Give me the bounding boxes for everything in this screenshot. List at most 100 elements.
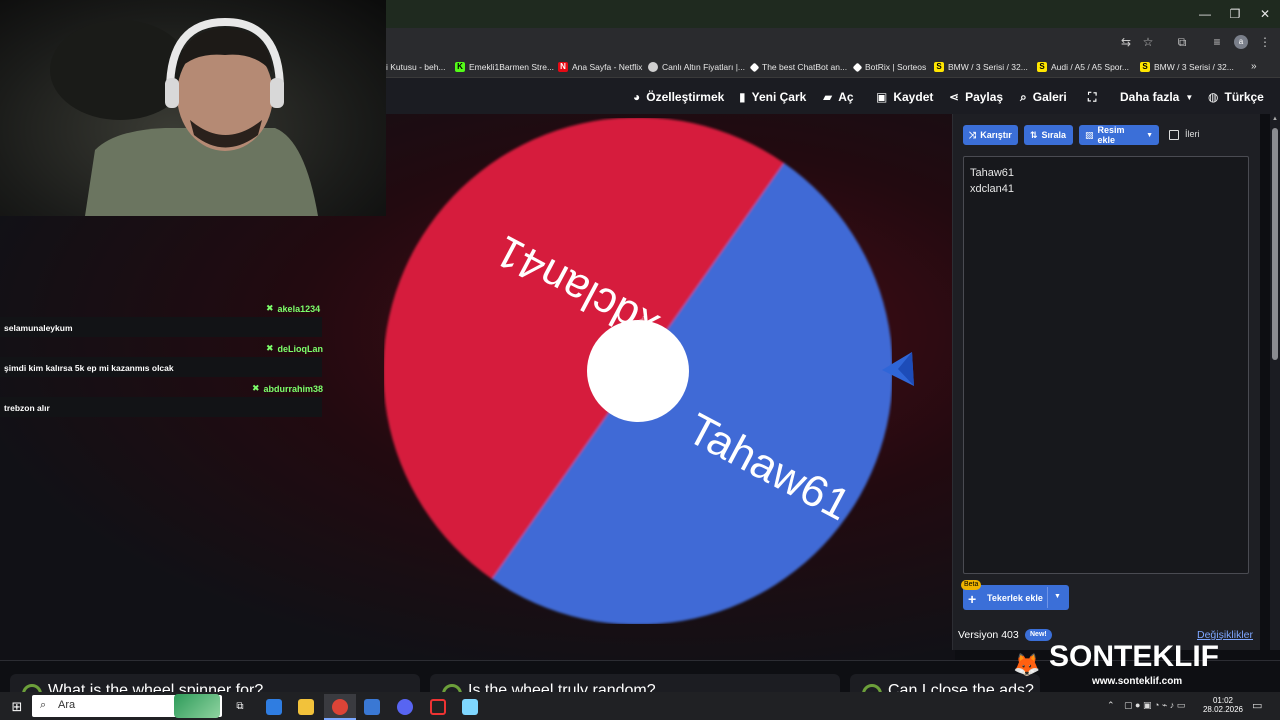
scrollbar-thumb[interactable] xyxy=(1272,128,1278,360)
spinning-wheel[interactable]: xdclan41 Tahaw61 xyxy=(384,118,892,624)
clock-date: 28.02.2026 xyxy=(1202,705,1244,714)
watermark-url: www.sonteklif.com xyxy=(1092,676,1183,687)
caret-down-icon: ▼ xyxy=(1146,131,1153,139)
share-button[interactable]: ⋖ Paylaş xyxy=(949,89,1003,105)
app-icon[interactable] xyxy=(364,699,380,715)
close-window-button[interactable]: ✕ xyxy=(1250,5,1280,23)
entry-line: xdclan41 xyxy=(970,183,1015,195)
button-divider xyxy=(1047,587,1048,608)
bookmark-item[interactable]: The best ChatBot an... xyxy=(749,60,847,74)
version-label: Versiyon 403 xyxy=(958,629,1019,641)
open-button[interactable]: ▰ Aç xyxy=(823,89,854,105)
chat-message: selamunaleykum xyxy=(0,317,322,337)
app-icon[interactable] xyxy=(266,699,282,715)
entries-textarea[interactable]: Tahaw61 xdclan41 xyxy=(963,156,1249,574)
gallery-button[interactable]: ⌕ Galeri xyxy=(1020,89,1067,105)
chatbot-icon xyxy=(749,62,760,72)
entry-line: Tahaw61 xyxy=(970,167,1015,179)
notifications-icon[interactable]: ▭ xyxy=(1252,699,1262,712)
watermark-brand: SONTEKLIF xyxy=(1049,640,1219,673)
netflix-icon: N xyxy=(558,62,568,72)
save-icon: ▣ xyxy=(876,90,888,104)
sort-button[interactable]: ⇅ Sırala xyxy=(1024,125,1073,145)
bookmark-item[interactable]: S Audi / A5 / A5 Spor... xyxy=(1037,60,1129,74)
sort-icon: ⇅ xyxy=(1030,129,1038,140)
file-icon: ▮ xyxy=(739,90,746,104)
add-wheel-label: Tekerlek ekle xyxy=(987,593,1043,603)
search-icon: ⌕ xyxy=(40,699,47,711)
clock-time: 01:02 xyxy=(1212,696,1234,705)
advanced-label: İleri xyxy=(1185,129,1200,139)
fox-logo-icon: 🦊 xyxy=(1013,652,1041,677)
add-image-button[interactable]: ▨ Resim ekle ▼ xyxy=(1079,125,1159,145)
tray-chevron-icon[interactable]: ⌃ xyxy=(1107,700,1115,711)
bookmark-item[interactable]: S BMW / 3 Serisi / 32... xyxy=(1140,60,1234,74)
search-highlight-image xyxy=(174,694,220,718)
save-button[interactable]: ▣ Kaydet xyxy=(876,89,933,105)
extensions-icon[interactable]: ⧉ xyxy=(1175,35,1189,49)
media-icon[interactable]: ≡ xyxy=(1210,35,1224,49)
bookmark-item[interactable]: Canlı Altın Fiyatları |... xyxy=(648,60,745,74)
tray-icons[interactable]: ▢ ● ▣ ◔ ⌁ ♪ ▭ xyxy=(1124,700,1185,711)
kick-icon: ✖ xyxy=(252,383,260,393)
task-view-icon[interactable]: ⧉ xyxy=(232,699,248,715)
taskbar-clock[interactable]: 01:02 28.02.2026 xyxy=(1200,696,1246,714)
new-badge: New! xyxy=(1025,629,1052,641)
chat-username: ✖ deLioqLan xyxy=(266,343,324,354)
restore-button[interactable]: ❐ xyxy=(1220,5,1250,23)
image-icon: ▨ xyxy=(1085,129,1094,140)
discord-icon[interactable] xyxy=(397,699,413,715)
share-icon: ⋖ xyxy=(949,90,960,104)
search-icon: ⌕ xyxy=(1020,89,1027,104)
page-scrollbar[interactable]: ▲ xyxy=(1270,114,1280,650)
customize-button[interactable]: ◕ Özelleştirmek xyxy=(633,89,724,105)
more-menu-button[interactable]: Daha fazla ▼ xyxy=(1120,89,1193,105)
palette-icon: ◕ xyxy=(633,90,641,104)
menu-kebab-icon[interactable]: ⋮ xyxy=(1258,35,1272,49)
obs-icon[interactable] xyxy=(430,699,446,715)
beta-badge: Beta xyxy=(961,580,982,590)
fullscreen-button[interactable]: ⛶ xyxy=(1088,89,1096,105)
kick-icon: ✖ xyxy=(266,343,274,353)
file-explorer-icon[interactable] xyxy=(298,699,314,715)
bookmark-item[interactable]: i Kutusu - beh... xyxy=(386,60,446,74)
kick-icon: K xyxy=(455,62,465,72)
bookmark-star-icon[interactable]: ☆ xyxy=(1141,35,1155,49)
advanced-checkbox[interactable] xyxy=(1169,130,1179,140)
kick-icon: ✖ xyxy=(266,303,274,313)
profile-avatar[interactable]: a xyxy=(1234,35,1248,49)
wheel-center-button[interactable] xyxy=(587,320,689,422)
globe-icon: ◍ xyxy=(1208,90,1219,104)
streamer-figure xyxy=(50,17,318,216)
add-wheel-dropdown-icon[interactable]: ▼ xyxy=(1054,593,1061,600)
fullscreen-icon: ⛶ xyxy=(1088,89,1097,104)
language-button[interactable]: ◍ Türkçe xyxy=(1208,89,1264,105)
translate-icon[interactable]: ⇆ xyxy=(1119,35,1133,49)
chat-message: şimdi kim kalırsa 5k ep mi kazanmıs olca… xyxy=(0,357,322,377)
botrix-icon xyxy=(852,62,863,72)
scroll-up-icon[interactable]: ▲ xyxy=(1272,116,1278,122)
shuffle-button[interactable]: ⤨ Karıştır xyxy=(963,125,1018,145)
bookmark-item[interactable]: N Ana Sayfa - Netflix xyxy=(558,60,642,74)
globe-icon xyxy=(648,62,658,72)
more-bookmarks-icon[interactable]: » xyxy=(1251,60,1257,74)
caret-down-icon: ▼ xyxy=(1185,92,1194,102)
chat-username: ✖ abdurrahim38 xyxy=(252,383,324,394)
new-wheel-button[interactable]: ▮ Yeni Çark xyxy=(739,89,806,105)
windows-start-icon[interactable]: ⊞ xyxy=(9,699,25,715)
bookmark-item[interactable]: S BMW / 3 Serisi / 32... xyxy=(934,60,1028,74)
bookmark-item[interactable]: BotRix | Sorteos xyxy=(852,60,926,74)
mouse-cursor-icon: ☝ xyxy=(638,314,646,328)
minimize-button[interactable]: — xyxy=(1190,5,1220,23)
sahibinden-icon: S xyxy=(1140,62,1150,72)
notepad-icon[interactable] xyxy=(462,699,478,715)
sahibinden-icon: S xyxy=(934,62,944,72)
plus-icon: + xyxy=(968,591,977,607)
wheel-pointer-icon xyxy=(882,352,914,386)
sahibinden-icon: S xyxy=(1037,62,1047,72)
chrome-icon[interactable] xyxy=(332,699,348,715)
webcam-overlay xyxy=(0,0,386,216)
folder-icon: ▰ xyxy=(823,90,833,104)
bookmark-item[interactable]: K Emekli1Barmen Stre... xyxy=(455,60,554,74)
chat-message: trebzon alır xyxy=(0,397,322,417)
